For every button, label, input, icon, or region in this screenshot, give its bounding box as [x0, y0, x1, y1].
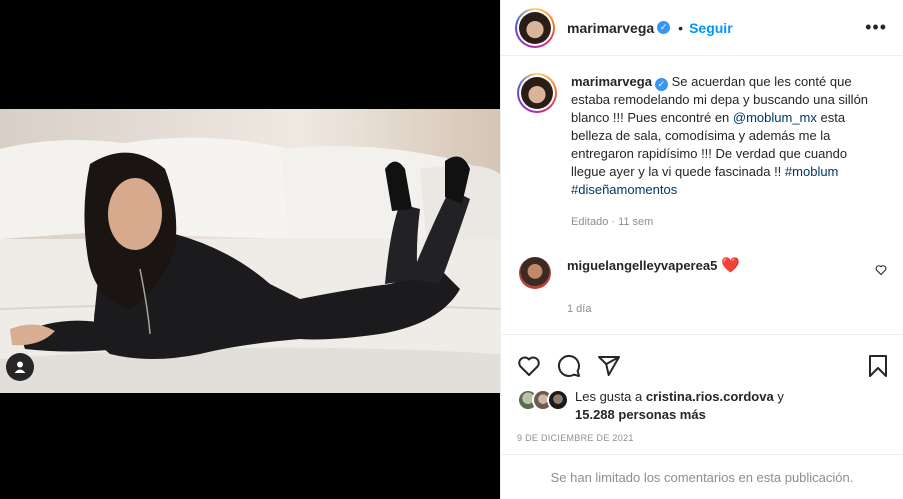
verified-badge-icon: ✓: [654, 78, 668, 91]
comment-time: 1 día: [567, 303, 592, 315]
share-icon: [598, 355, 620, 376]
more-options-icon[interactable]: •••: [865, 18, 887, 36]
liker-avatars[interactable]: [517, 389, 569, 411]
likes-summary: Les gusta a cristina.rios.cordova y 15.2…: [517, 388, 887, 424]
comments-limited-notice: Se han limitado los comentarios en esta …: [501, 454, 903, 499]
separator-dot: •: [678, 19, 684, 36]
bookmark-icon: [869, 354, 887, 377]
caption-meta: Editado · 11 sem: [571, 216, 654, 228]
comment-item: miguelangelleyvaperea5 ❤️: [517, 257, 887, 289]
comment-button[interactable]: [557, 354, 581, 378]
caption-body: marimarvega ✓ Se acuerdan que les conté q…: [571, 73, 881, 231]
comment-icon: [557, 354, 580, 377]
like-icon: [518, 356, 540, 376]
author-username[interactable]: marimarvega: [567, 20, 654, 36]
comments-section: marimarvega ✓ Se acuerdan que les conté q…: [501, 57, 903, 333]
likes-text: Les gusta a cristina.rios.cordova y 15.2…: [575, 389, 784, 422]
comment-heart-emoji: ❤️: [720, 257, 740, 274]
author-avatar[interactable]: [515, 7, 555, 48]
caption: marimarvega ✓ Se acuerdan que les conté q…: [517, 73, 887, 231]
user-tag-button[interactable]: [6, 353, 34, 381]
post-media[interactable]: [0, 0, 500, 499]
post-header: marimarvega ✓ • Seguir •••: [501, 0, 903, 56]
hashtag-link[interactable]: #diseñamomentos: [571, 182, 677, 197]
like-button[interactable]: [517, 354, 541, 378]
comment-like-icon[interactable]: [875, 263, 887, 281]
user-tag-icon: [14, 361, 26, 373]
post-date[interactable]: 9 DE DICIEMBRE DE 2021: [517, 433, 634, 443]
hashtag-link[interactable]: #moblum: [785, 164, 838, 179]
post-image: [0, 109, 500, 393]
commenter-username[interactable]: miguelangelleyvaperea5: [567, 258, 717, 273]
likes-count[interactable]: 15.288 personas más: [575, 407, 706, 422]
post-photo[interactable]: [0, 109, 500, 393]
caption-username[interactable]: marimarvega: [571, 74, 652, 89]
follow-button[interactable]: Seguir: [689, 20, 733, 36]
commenter-avatar[interactable]: [519, 257, 551, 289]
post-side-panel: marimarvega ✓ • Seguir ••• marimarvega ✓ …: [500, 0, 903, 499]
liker-username[interactable]: cristina.rios.cordova: [646, 389, 774, 404]
share-button[interactable]: [597, 354, 621, 378]
action-bar: [501, 334, 903, 384]
save-button[interactable]: [867, 354, 889, 378]
mention-link[interactable]: @moblum_mx: [733, 110, 817, 125]
verified-badge-icon: ✓: [657, 21, 671, 34]
caption-avatar[interactable]: [517, 73, 557, 113]
